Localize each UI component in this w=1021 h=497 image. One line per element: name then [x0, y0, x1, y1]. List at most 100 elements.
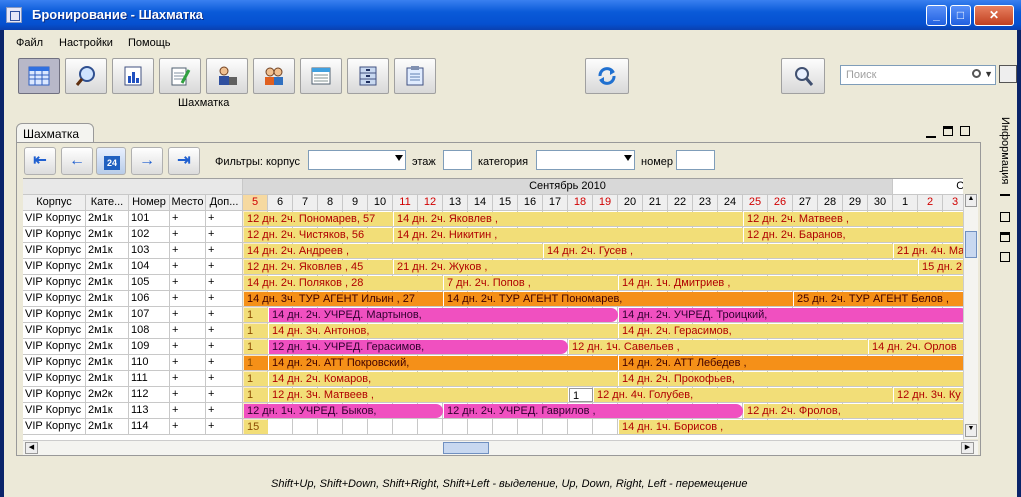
panel-minimize-icon[interactable]	[926, 126, 936, 138]
table-cell-num[interactable]: 102	[129, 227, 170, 243]
booking-bar[interactable]: 14 дн. 2ч. УЧРЕД. Троицкий,	[619, 308, 963, 322]
table-cell-dop[interactable]: +	[206, 275, 243, 291]
day-cell[interactable]	[418, 419, 443, 435]
table-cell-cat[interactable]: 2м1к	[86, 291, 129, 307]
side-detach-icon[interactable]	[1000, 252, 1010, 262]
table-cell-num[interactable]: 104	[129, 259, 170, 275]
table-cell-place[interactable]: +	[170, 419, 206, 435]
table-cell-korpus[interactable]: VIP Корпус	[23, 307, 86, 323]
table-cell-cat[interactable]: 2м1к	[86, 371, 129, 387]
horizontal-scroll-thumb[interactable]	[443, 442, 489, 454]
list-edit-button[interactable]	[300, 58, 342, 94]
table-cell-num[interactable]: 110	[129, 355, 170, 371]
table-cell-place[interactable]: +	[170, 307, 206, 323]
scroll-right-icon[interactable]: ▶	[961, 442, 974, 454]
korpus-select[interactable]	[308, 150, 406, 170]
table-cell-korpus[interactable]: VIP Корпус	[23, 323, 86, 339]
booking-bar[interactable]: 14 дн. 2ч. Яковлев ,	[394, 212, 743, 226]
booking-bar[interactable]: 14 дн. 2ч. Поляков , 28	[244, 276, 443, 290]
table-cell-num[interactable]: 114	[129, 419, 170, 435]
booking-bar[interactable]: 14 дн. 2ч. Герасимов,	[619, 324, 963, 338]
refresh-button[interactable]	[585, 58, 629, 94]
booking-bar[interactable]: 12 дн. 2ч. Матвеев ,	[744, 212, 963, 226]
maximize-button[interactable]: □	[950, 5, 971, 26]
table-cell-place[interactable]: +	[170, 275, 206, 291]
chevron-down-icon[interactable]: ▼	[984, 69, 993, 79]
booking-bar[interactable]: 14 дн. 1ч. Борисов ,	[619, 420, 963, 434]
side-panel-info-tab[interactable]: Информация	[999, 117, 1011, 184]
table-cell-dop[interactable]: +	[206, 371, 243, 387]
table-cell-korpus[interactable]: VIP Корпус	[23, 355, 86, 371]
report-button[interactable]	[112, 58, 154, 94]
scroll-down-icon[interactable]: ▼	[965, 424, 977, 437]
booking-bar[interactable]: 1	[244, 372, 268, 386]
panel-detach-icon[interactable]	[960, 126, 970, 136]
table-cell-num[interactable]: 113	[129, 403, 170, 419]
day-cell[interactable]	[493, 419, 518, 435]
scroll-up-icon[interactable]: ▲	[965, 194, 977, 207]
table-cell-cat[interactable]: 2м1к	[86, 227, 129, 243]
booking-bar[interactable]: 14 дн. 2ч. Прокофьев,	[619, 372, 963, 386]
table-cell-dop[interactable]: +	[206, 403, 243, 419]
table-cell-korpus[interactable]: VIP Корпус	[23, 227, 86, 243]
table-cell-place[interactable]: +	[170, 323, 206, 339]
minimize-button[interactable]: _	[926, 5, 947, 26]
table-cell-place[interactable]: +	[170, 355, 206, 371]
table-cell-korpus[interactable]: VIP Корпус	[23, 371, 86, 387]
booking-bar[interactable]: 21 дн. 4ч. Ма	[894, 244, 963, 258]
day-cell[interactable]	[543, 419, 568, 435]
day-cell[interactable]	[393, 419, 418, 435]
table-cell-dop[interactable]: +	[206, 291, 243, 307]
booking-bar[interactable]: 1	[244, 324, 268, 338]
table-cell-cat[interactable]: 2м1к	[86, 211, 129, 227]
search-options-icon[interactable]	[999, 65, 1017, 83]
booking-bar[interactable]: 14 дн. 2ч. ТУР АГЕНТ Пономарев,	[444, 292, 793, 306]
table-cell-num[interactable]: 103	[129, 243, 170, 259]
booking-bar[interactable]: 25 дн. 2ч. ТУР АГЕНТ Белов ,	[794, 292, 963, 306]
table-cell-place[interactable]: +	[170, 291, 206, 307]
table-cell-cat[interactable]: 2м1к	[86, 275, 129, 291]
day-cell[interactable]	[443, 419, 468, 435]
table-cell-dop[interactable]: +	[206, 307, 243, 323]
table-cell-cat[interactable]: 2м1к	[86, 403, 129, 419]
booking-bar[interactable]: 12 дн. 2ч. Пономарев, 57	[244, 212, 393, 226]
day-cell[interactable]	[518, 419, 543, 435]
booking-bar[interactable]: 14 дн. 2ч. Андреев ,	[244, 244, 543, 258]
table-cell-cat[interactable]: 2м1к	[86, 339, 129, 355]
scroll-left-icon[interactable]: ◀	[25, 442, 38, 454]
booking-bar[interactable]: 1	[244, 340, 268, 354]
booking-bar[interactable]: 1	[244, 388, 268, 402]
table-cell-place[interactable]: +	[170, 387, 206, 403]
cabinet-button[interactable]	[347, 58, 389, 94]
booking-bar[interactable]: 12 дн. 2ч. Яковлев , 45	[244, 260, 393, 274]
table-cell-place[interactable]: +	[170, 403, 206, 419]
guests-button[interactable]	[253, 58, 295, 94]
booking-bar[interactable]: 12 дн. 3ч. Ку	[894, 388, 963, 402]
menu-settings[interactable]: Настройки	[59, 37, 113, 49]
day-cell[interactable]	[468, 419, 493, 435]
table-cell-korpus[interactable]: VIP Корпус	[23, 403, 86, 419]
table-cell-dop[interactable]: +	[206, 323, 243, 339]
table-cell-cat[interactable]: 2м2к	[86, 387, 129, 403]
table-cell-num[interactable]: 109	[129, 339, 170, 355]
floor-input[interactable]	[443, 150, 472, 170]
booking-bar[interactable]: 14 дн. 2ч. Гусев ,	[544, 244, 893, 258]
clipboard-button[interactable]	[394, 58, 436, 94]
tab-chessboard[interactable]: Шахматка	[16, 123, 94, 143]
table-cell-place[interactable]: +	[170, 371, 206, 387]
day-cell[interactable]	[318, 419, 343, 435]
table-cell-dop[interactable]: +	[206, 419, 243, 435]
booking-bar[interactable]: 14 дн. 2ч. Комаров,	[269, 372, 618, 386]
table-cell-num[interactable]: 101	[129, 211, 170, 227]
booking-bar[interactable]: 14 дн. 2ч. Орлов	[869, 340, 963, 354]
day-cell[interactable]	[593, 419, 618, 435]
booking-bar[interactable]: 12 дн. 2ч. Чистяков, 56	[244, 228, 393, 242]
cashier-button[interactable]	[206, 58, 248, 94]
table-cell-num[interactable]: 107	[129, 307, 170, 323]
table-cell-cat[interactable]: 2м1к	[86, 419, 129, 435]
table-cell-korpus[interactable]: VIP Корпус	[23, 339, 86, 355]
booking-bar[interactable]: 7 дн. 2ч. Попов ,	[444, 276, 618, 290]
close-button[interactable]: ✕	[974, 5, 1014, 26]
booking-bar[interactable]: 14 дн. 2ч. Никитин ,	[394, 228, 743, 242]
first-period-button[interactable]: ⇤	[24, 147, 56, 175]
